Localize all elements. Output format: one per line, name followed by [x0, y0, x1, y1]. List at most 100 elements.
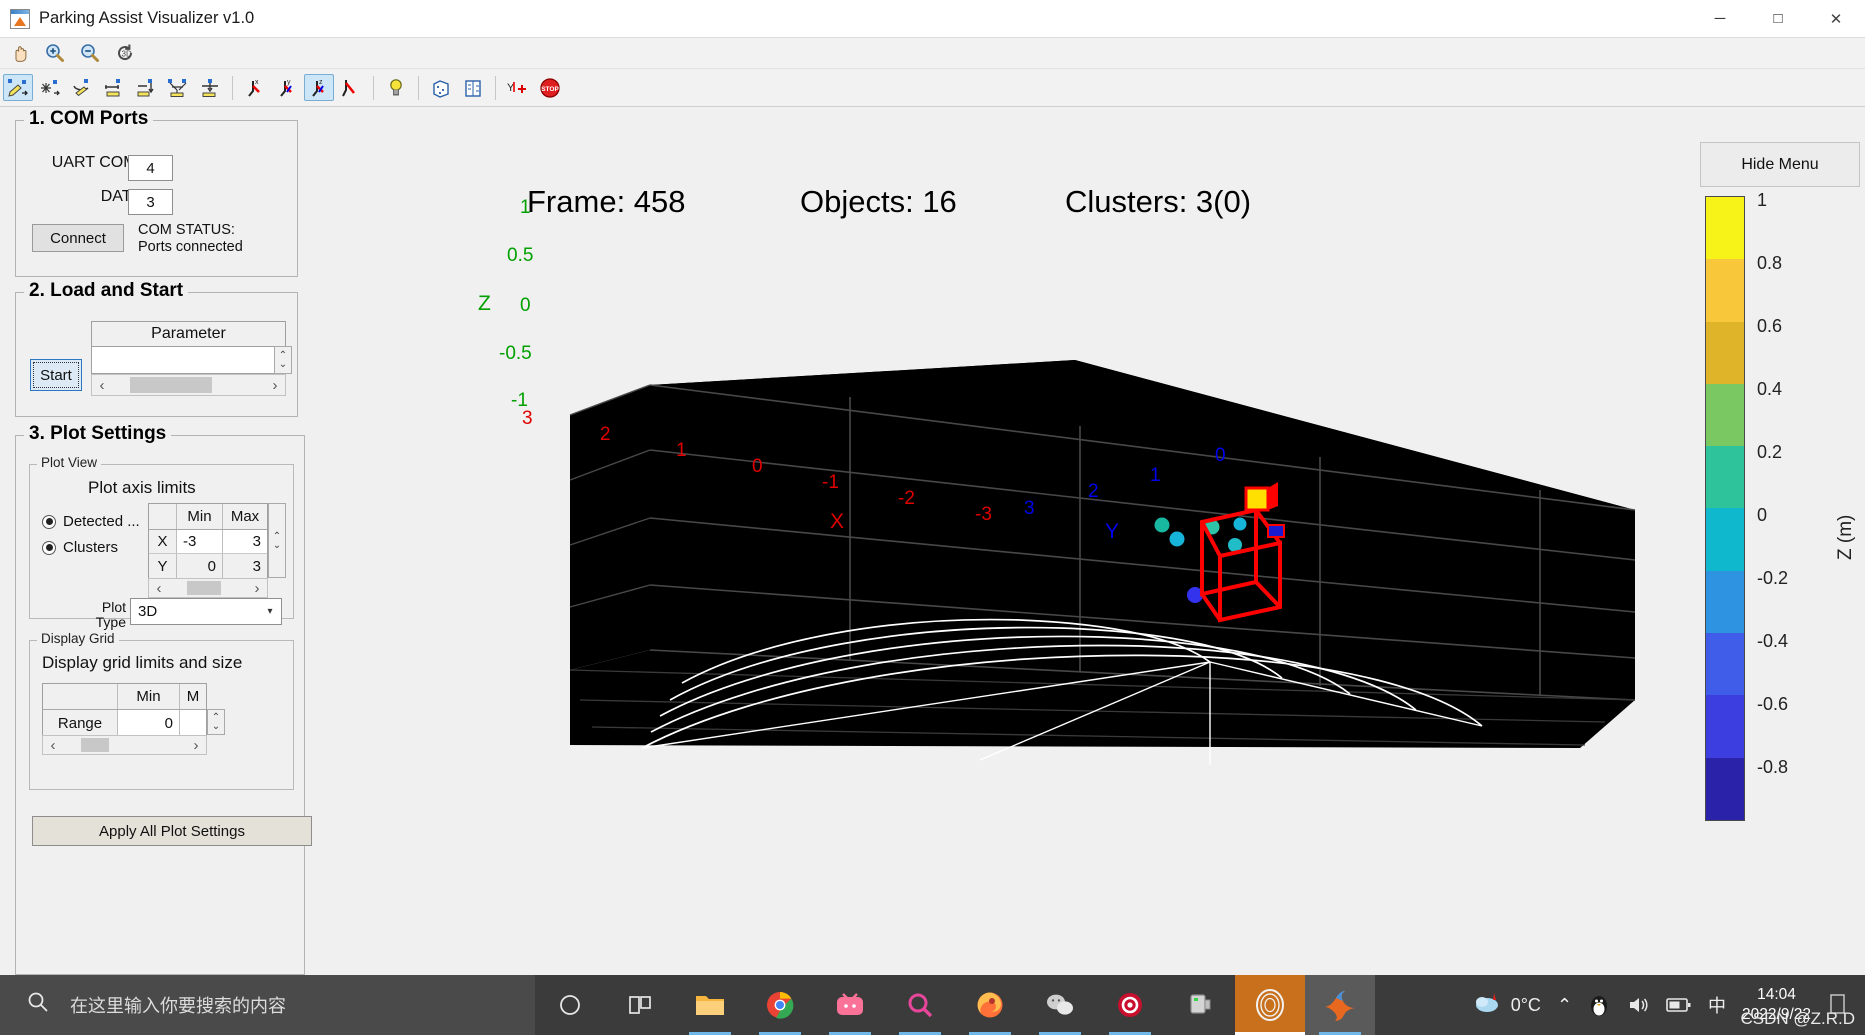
rotate-3d-icon[interactable]: 3D: [109, 40, 140, 66]
grid-spinner[interactable]: ⌃ ⌄: [207, 709, 225, 735]
seal-app-icon[interactable]: [1235, 975, 1305, 1035]
add-axes-icon[interactable]: Y: [503, 74, 533, 101]
y-tick-1: 1: [1150, 465, 1161, 486]
axis-x-max[interactable]: 3: [223, 530, 267, 553]
axis-limits-table[interactable]: Min Max X -3 3 Y 0 3: [148, 503, 268, 579]
brush-data-icon[interactable]: [3, 74, 33, 101]
plot-tools-toolbar: x y z Y STOP: [0, 69, 1865, 107]
scroll-thumb[interactable]: [130, 377, 212, 393]
weather-widget[interactable]: 0°C: [1473, 991, 1541, 1020]
file-explorer-icon[interactable]: [675, 975, 745, 1035]
battery-icon[interactable]: [1666, 996, 1692, 1014]
display-grid-table[interactable]: Min M Range 0: [42, 683, 207, 737]
view-x-axis-icon[interactable]: x: [240, 74, 270, 101]
axis-limits-hscrollbar[interactable]: ‹ ›: [148, 578, 268, 598]
lighting-icon[interactable]: [381, 74, 411, 101]
show-hidden-icons-button[interactable]: ⌃: [1557, 995, 1572, 1016]
qq-tray-icon[interactable]: [1588, 993, 1610, 1017]
axis-limits-spinner[interactable]: ⌃ ⌄: [268, 503, 286, 578]
view-y-axis-icon[interactable]: y: [272, 74, 302, 101]
plot-settings-group: 3. Plot Settings Plot View Plot axis lim…: [15, 423, 312, 975]
radio-clusters[interactable]: Clusters: [42, 539, 118, 556]
grid-hscrollbar[interactable]: ‹ ›: [42, 735, 207, 755]
pan-icon[interactable]: [4, 40, 35, 66]
parameter-list[interactable]: [91, 346, 286, 374]
zoom-in-icon[interactable]: [39, 40, 70, 66]
view-default-icon[interactable]: [336, 74, 366, 101]
parameter-spinner[interactable]: ⌃ ⌄: [274, 346, 292, 374]
ccleaner-icon[interactable]: [1095, 975, 1165, 1035]
hide-menu-button[interactable]: Hide Menu: [1700, 142, 1860, 187]
chrome-icon[interactable]: [745, 975, 815, 1035]
axis-scroll-right[interactable]: ›: [247, 580, 267, 597]
table-row[interactable]: X -3 3: [149, 530, 267, 554]
wechat-icon[interactable]: [1025, 975, 1095, 1035]
align-vertical-icon[interactable]: [131, 74, 161, 101]
grid-range-min[interactable]: 0: [118, 710, 180, 736]
view-z-axis-icon[interactable]: z: [304, 74, 334, 101]
axis-y-min[interactable]: 0: [177, 554, 223, 578]
table-row[interactable]: Y 0 3: [149, 554, 267, 578]
axis-scroll-left[interactable]: ‹: [149, 580, 169, 597]
maximize-button[interactable]: □: [1749, 0, 1807, 37]
distribute-icon[interactable]: [163, 74, 193, 101]
x-tick-0: 0: [752, 456, 763, 477]
table-row[interactable]: Range 0: [43, 710, 206, 736]
close-button[interactable]: ✕: [1807, 0, 1865, 37]
axis-scroll-thumb[interactable]: [187, 581, 221, 595]
axis-y-max[interactable]: 3: [223, 554, 267, 578]
grid-range-label: Range: [43, 710, 118, 736]
grid-spin-down[interactable]: ⌄: [212, 722, 220, 732]
parameter-hscrollbar[interactable]: ‹ ›: [91, 374, 286, 396]
radar-3d-plot[interactable]: 1 0.5 0 -0.5 -1 Z 3 2 1 0 -1 -2 -3 X 0 1…: [420, 197, 1650, 810]
radio-detected[interactable]: Detected ...: [42, 513, 140, 530]
ime-indicator[interactable]: 中: [1708, 992, 1726, 1018]
plot-type-select[interactable]: 3D ▾: [130, 598, 282, 625]
firefox-icon[interactable]: [955, 975, 1025, 1035]
search-app-icon[interactable]: [885, 975, 955, 1035]
axis-x-min[interactable]: -3: [177, 530, 223, 553]
grid-scroll-left[interactable]: ‹: [43, 737, 63, 754]
uart-com-input[interactable]: 4: [128, 155, 173, 181]
apply-all-plot-settings-button[interactable]: Apply All Plot Settings: [32, 816, 312, 846]
svg-text:3D: 3D: [121, 50, 131, 59]
radio-detected-dot[interactable]: [42, 514, 56, 529]
zoom-out-icon[interactable]: [74, 40, 105, 66]
align-horizontal-icon[interactable]: [99, 74, 129, 101]
x-tick-2: 2: [600, 424, 611, 445]
stop-icon[interactable]: STOP: [535, 74, 565, 101]
start-button[interactable]: Start: [30, 359, 82, 391]
z-tick-neg05: -0.5: [499, 343, 532, 364]
grid-range-max[interactable]: [180, 710, 206, 736]
colorbar-tick-1: 1: [1757, 190, 1768, 210]
application-window: Parking Assist Visualizer v1.0 ─ □ ✕ 3D: [0, 0, 1865, 1035]
svg-text:STOP: STOP: [541, 86, 559, 93]
grid-scroll-thumb[interactable]: [81, 738, 109, 752]
taskbar-search-box[interactable]: 在这里输入你要搜索的内容: [0, 975, 535, 1035]
grid-scroll-right[interactable]: ›: [186, 737, 206, 754]
radio-clusters-dot[interactable]: [42, 540, 56, 555]
task-view-icon[interactable]: [605, 975, 675, 1035]
scroll-right-arrow[interactable]: ›: [265, 377, 285, 394]
axis-limits-title: Plot axis limits: [88, 478, 196, 497]
device-icon[interactable]: [1165, 975, 1235, 1035]
box-view-icon[interactable]: [426, 74, 456, 101]
grid-header-row: Min M: [43, 684, 206, 710]
bilibili-icon[interactable]: [815, 975, 885, 1035]
connect-button[interactable]: Connect: [32, 224, 124, 252]
com-ports-group: 1. COM Ports UART COM: 4 DATA 3 Connect …: [15, 108, 298, 277]
data-com-input[interactable]: 3: [128, 189, 173, 215]
snap-to-grid-icon[interactable]: [195, 74, 225, 101]
axis-spin-down[interactable]: ⌄: [273, 540, 281, 550]
grid-view-icon[interactable]: [458, 74, 488, 101]
volume-icon[interactable]: [1626, 994, 1650, 1016]
rotate-data-icon[interactable]: [67, 74, 97, 101]
scroll-left-arrow[interactable]: ‹: [92, 377, 112, 394]
matlab-icon[interactable]: [1305, 975, 1375, 1035]
task-view-circle-icon[interactable]: [535, 975, 605, 1035]
minimize-button[interactable]: ─: [1691, 0, 1749, 37]
parameter-spin-down[interactable]: ⌄: [279, 360, 287, 370]
x-tick-neg2: -2: [898, 488, 915, 509]
cluster-points-icon[interactable]: [35, 74, 65, 101]
chevron-down-icon[interactable]: ▾: [259, 599, 281, 624]
